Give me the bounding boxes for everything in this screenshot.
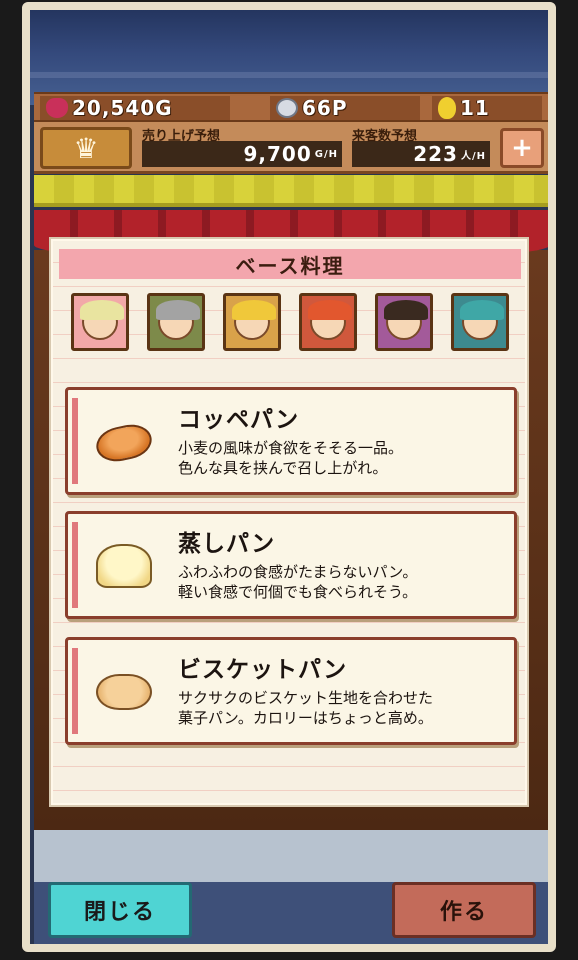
- character-tab-5[interactable]: [375, 293, 433, 351]
- character-face-icon: [156, 300, 200, 340]
- card-accent: [72, 648, 78, 734]
- dish-card-koppepan[interactable]: コッペパン 小麦の風味が食欲をそそる一品。 色んな具を挟んで召し上がれ。: [65, 387, 517, 495]
- biscuit-bread-icon: [96, 674, 152, 710]
- character-tab-6[interactable]: [451, 293, 509, 351]
- status-bar: 20,540G 66P 11: [34, 92, 548, 122]
- shop-floor: [34, 830, 548, 890]
- add-search-button[interactable]: +: [500, 128, 544, 168]
- smiley-icon: [276, 98, 298, 118]
- gold-counter: 20,540G: [40, 96, 230, 120]
- gold-value: 20,540G: [72, 96, 173, 120]
- card-accent: [72, 522, 78, 608]
- golden-egg-icon: [438, 97, 456, 119]
- base-dish-dialog: ベース料理 コッペパン 小麦の風味が食欲をそそる一品。 色んな具を挟んで召し上が…: [49, 237, 529, 807]
- dialog-title-bar: ベース料理: [59, 249, 521, 279]
- dialog-title: ベース料理: [235, 253, 345, 278]
- egg-counter: 11: [432, 96, 542, 120]
- plus-icon: +: [511, 133, 533, 163]
- dish-description: 小麦の風味が食欲をそそる一品。 色んな具を挟んで召し上がれ。: [178, 439, 404, 477]
- money-bag-icon: [46, 98, 68, 118]
- customer-forecast-unit: 人/H: [460, 150, 486, 162]
- ranking-button[interactable]: ♛: [40, 127, 132, 169]
- sales-forecast-label: 売り上げ予想: [142, 129, 221, 144]
- character-tab-4[interactable]: [299, 293, 357, 351]
- points-counter: 66P: [270, 96, 420, 120]
- character-face-icon: [80, 300, 124, 340]
- dish-name: ビスケットパン: [178, 657, 348, 683]
- sales-forecast-unit: G/H: [314, 148, 338, 160]
- character-face-icon: [384, 300, 428, 340]
- koppe-bread-icon: [93, 420, 155, 466]
- customer-forecast-value-box: 223 人/H: [352, 141, 490, 167]
- dish-card-biscuitpan[interactable]: ビスケットパン サクサクのビスケット生地を合わせた 菓子パン。カロリーはちょっと…: [65, 637, 517, 745]
- crown-icon: ♛: [73, 131, 99, 165]
- character-face-icon: [232, 300, 276, 340]
- forecast-bar: ♛ 売り上げ予想 9,700 G/H 来客数予想 223 人/H +: [34, 122, 548, 174]
- dish-name: コッペパン: [178, 407, 300, 433]
- dish-description: ふわふわの食感がたまらないパン。 軽い食感で何個でも食べられそう。: [178, 563, 418, 601]
- dish-card-mushipan[interactable]: 蒸しパン ふわふわの食感がたまらないパン。 軽い食感で何個でも食べられそう。: [65, 511, 517, 619]
- steamed-bun-icon: [96, 544, 152, 588]
- sky-background: [30, 10, 548, 105]
- character-face-icon: [308, 300, 352, 340]
- egg-value: 11: [460, 96, 490, 120]
- character-tab-1[interactable]: [71, 293, 129, 351]
- sales-forecast: 売り上げ予想 9,700 G/H: [142, 125, 342, 171]
- game-screen: 20,540G 66P 11 ♛ 売り上げ予想 9,700 G/H 来客数予想 …: [0, 0, 578, 960]
- sales-forecast-value: 9,700: [243, 142, 312, 166]
- dish-description: サクサクのビスケット生地を合わせた 菓子パン。カロリーはちょっと高め。: [178, 689, 434, 727]
- customer-forecast-value: 223: [413, 142, 458, 166]
- points-value: 66P: [302, 96, 348, 120]
- sales-forecast-value-box: 9,700 G/H: [142, 141, 342, 167]
- shop-awning: [34, 175, 548, 207]
- customer-forecast-label: 来客数予想: [352, 129, 418, 144]
- character-tab-2[interactable]: [147, 293, 205, 351]
- character-selector: [71, 293, 511, 355]
- make-button[interactable]: 作る: [392, 882, 536, 938]
- customer-forecast: 来客数予想 223 人/H: [352, 125, 490, 171]
- close-button[interactable]: 閉じる: [48, 882, 192, 938]
- character-tab-3[interactable]: [223, 293, 281, 351]
- card-accent: [72, 398, 78, 484]
- character-face-icon: [460, 300, 504, 340]
- dish-name: 蒸しパン: [178, 531, 276, 557]
